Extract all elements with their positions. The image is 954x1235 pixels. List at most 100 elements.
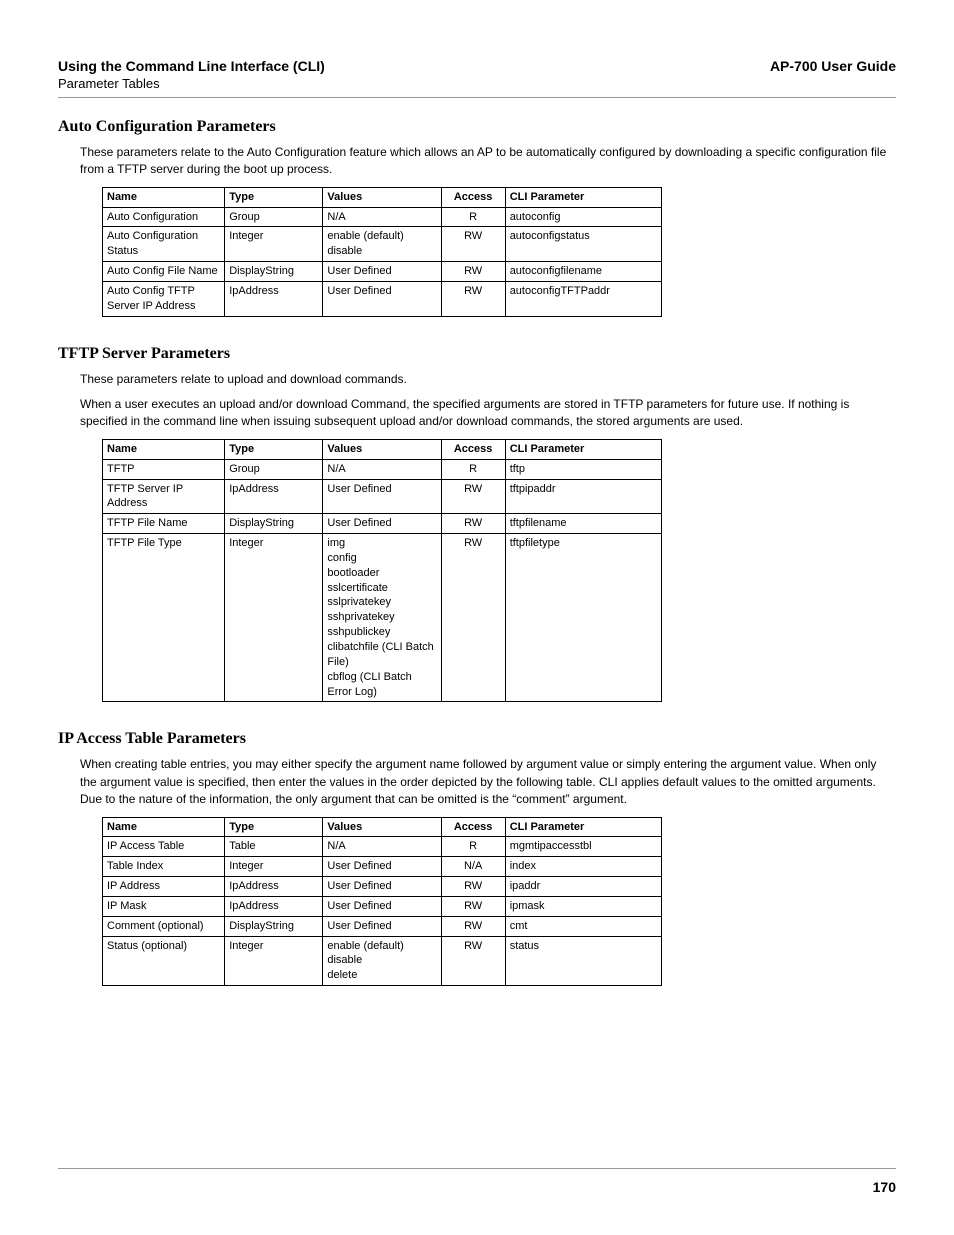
table-header-row: NameTypeValuesAccessCLI Parameter bbox=[103, 187, 662, 207]
table-cell: User Defined bbox=[323, 896, 441, 916]
table-cell: R bbox=[441, 459, 505, 479]
table-cell: mgmtipaccesstbl bbox=[505, 837, 661, 857]
table-cell: RW bbox=[441, 514, 505, 534]
table-cell: RW bbox=[441, 227, 505, 262]
table-cell: autoconfigstatus bbox=[505, 227, 661, 262]
table-cell: cmt bbox=[505, 916, 661, 936]
table-cell: tftp bbox=[505, 459, 661, 479]
table-cell: IpAddress bbox=[225, 479, 323, 514]
table-cell: RW bbox=[441, 936, 505, 986]
guide-title: AP-700 User Guide bbox=[770, 58, 896, 74]
table-cell: Integer bbox=[225, 227, 323, 262]
parameter-table: NameTypeValuesAccessCLI ParameterTFTPGro… bbox=[102, 439, 662, 703]
table-header-cell: Access bbox=[441, 439, 505, 459]
table-row: IP Access TableTableN/ARmgmtipaccesstbl bbox=[103, 837, 662, 857]
table-cell: R bbox=[441, 837, 505, 857]
section-paragraph: When creating table entries, you may eit… bbox=[80, 756, 896, 808]
table-cell: Table Index bbox=[103, 857, 225, 877]
table-row: Comment (optional)DisplayStringUser Defi… bbox=[103, 916, 662, 936]
table-cell: Auto Config File Name bbox=[103, 262, 225, 282]
section-breadcrumb: Parameter Tables bbox=[58, 76, 325, 91]
table-cell: IP Mask bbox=[103, 896, 225, 916]
page-number: 170 bbox=[58, 1179, 896, 1195]
table-cell: DisplayString bbox=[225, 514, 323, 534]
table-cell: IP Address bbox=[103, 877, 225, 897]
table-cell: tftpfiletype bbox=[505, 534, 661, 702]
page-header: Using the Command Line Interface (CLI) P… bbox=[58, 58, 896, 91]
header-left: Using the Command Line Interface (CLI) P… bbox=[58, 58, 325, 91]
table-cell: Integer bbox=[225, 857, 323, 877]
table-row: TFTP Server IP AddressIpAddressUser Defi… bbox=[103, 479, 662, 514]
section-paragraph: These parameters relate to upload and do… bbox=[80, 371, 896, 388]
table-header-cell: Values bbox=[323, 817, 441, 837]
table-header-cell: Type bbox=[225, 817, 323, 837]
footer-divider bbox=[58, 1168, 896, 1169]
table-cell: TFTP bbox=[103, 459, 225, 479]
table-cell: N/A bbox=[323, 837, 441, 857]
table-row: TFTP File NameDisplayStringUser DefinedR… bbox=[103, 514, 662, 534]
table-cell: User Defined bbox=[323, 916, 441, 936]
content-root: Auto Configuration Parameters These param… bbox=[58, 118, 896, 986]
table-header-cell: Values bbox=[323, 439, 441, 459]
table-cell: IpAddress bbox=[225, 896, 323, 916]
table-row: IP AddressIpAddressUser DefinedRWipaddr bbox=[103, 877, 662, 897]
table-cell: RW bbox=[441, 877, 505, 897]
table-row: Table IndexIntegerUser DefinedN/Aindex bbox=[103, 857, 662, 877]
table-cell: N/A bbox=[323, 459, 441, 479]
table-cell: Integer bbox=[225, 936, 323, 986]
table-cell: Group bbox=[225, 459, 323, 479]
table-cell: User Defined bbox=[323, 479, 441, 514]
table-cell: autoconfigfilename bbox=[505, 262, 661, 282]
table-cell: TFTP Server IP Address bbox=[103, 479, 225, 514]
table-header-cell: Name bbox=[103, 187, 225, 207]
table-header-cell: CLI Parameter bbox=[505, 187, 661, 207]
parameter-table: NameTypeValuesAccessCLI ParameterIP Acce… bbox=[102, 817, 662, 987]
parameter-table: NameTypeValuesAccessCLI ParameterAuto Co… bbox=[102, 187, 662, 317]
section-heading: TFTP Server Parameters bbox=[58, 345, 896, 363]
table-header-cell: Name bbox=[103, 817, 225, 837]
table-cell: Table bbox=[225, 837, 323, 857]
table-cell: Comment (optional) bbox=[103, 916, 225, 936]
table-cell: ipmask bbox=[505, 896, 661, 916]
table-cell: enable (default) disable delete bbox=[323, 936, 441, 986]
table-cell: Integer bbox=[225, 534, 323, 702]
table-header-row: NameTypeValuesAccessCLI Parameter bbox=[103, 817, 662, 837]
table-cell: User Defined bbox=[323, 857, 441, 877]
table-cell: tftpipaddr bbox=[505, 479, 661, 514]
table-row: TFTP File TypeIntegerimg config bootload… bbox=[103, 534, 662, 702]
section-paragraph: When a user executes an upload and/or do… bbox=[80, 396, 896, 431]
table-cell: TFTP File Type bbox=[103, 534, 225, 702]
table-header-cell: Access bbox=[441, 817, 505, 837]
table-cell: DisplayString bbox=[225, 262, 323, 282]
table-cell: User Defined bbox=[323, 262, 441, 282]
table-cell: index bbox=[505, 857, 661, 877]
table-cell: User Defined bbox=[323, 514, 441, 534]
table-cell: R bbox=[441, 207, 505, 227]
section-heading: Auto Configuration Parameters bbox=[58, 118, 896, 136]
table-row: IP MaskIpAddressUser DefinedRWipmask bbox=[103, 896, 662, 916]
table-cell: IpAddress bbox=[225, 877, 323, 897]
table-cell: autoconfigTFTPaddr bbox=[505, 282, 661, 317]
table-cell: Group bbox=[225, 207, 323, 227]
table-cell: RW bbox=[441, 896, 505, 916]
table-cell: RW bbox=[441, 534, 505, 702]
table-row: TFTPGroupN/ARtftp bbox=[103, 459, 662, 479]
table-cell: Auto Configuration Status bbox=[103, 227, 225, 262]
table-header-cell: Values bbox=[323, 187, 441, 207]
table-cell: tftpfilename bbox=[505, 514, 661, 534]
table-cell: enable (default) disable bbox=[323, 227, 441, 262]
table-cell: img config bootloader sslcertificate ssl… bbox=[323, 534, 441, 702]
table-header-cell: Type bbox=[225, 439, 323, 459]
table-cell: Auto Configuration bbox=[103, 207, 225, 227]
table-cell: Status (optional) bbox=[103, 936, 225, 986]
table-cell: autoconfig bbox=[505, 207, 661, 227]
page-footer: 170 bbox=[58, 1168, 896, 1195]
chapter-title: Using the Command Line Interface (CLI) bbox=[58, 58, 325, 74]
table-cell: DisplayString bbox=[225, 916, 323, 936]
table-header-cell: Access bbox=[441, 187, 505, 207]
header-divider bbox=[58, 97, 896, 98]
table-cell: IpAddress bbox=[225, 282, 323, 317]
table-cell: RW bbox=[441, 916, 505, 936]
table-cell: Auto Config TFTP Server IP Address bbox=[103, 282, 225, 317]
table-row: Status (optional)Integerenable (default)… bbox=[103, 936, 662, 986]
